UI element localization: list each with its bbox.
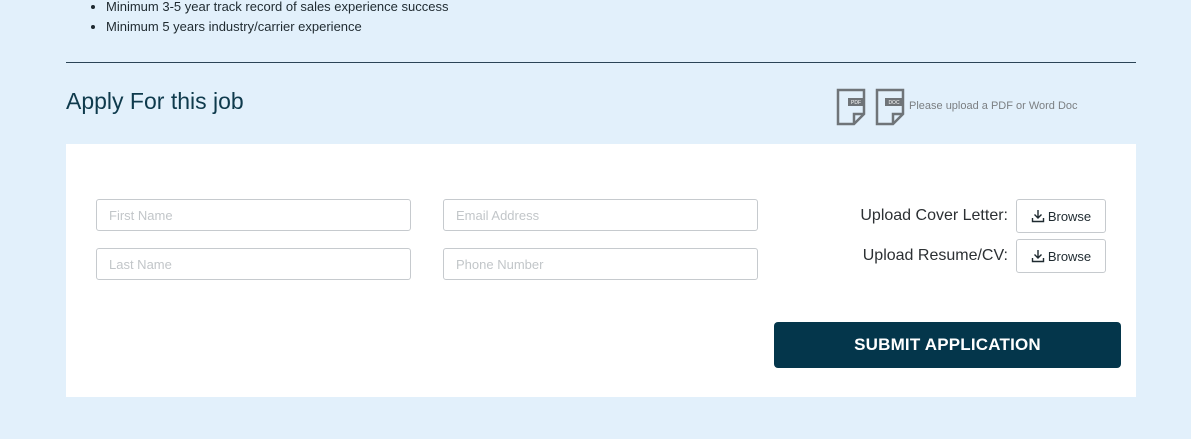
download-icon — [1031, 250, 1045, 263]
word-document-icon: DOC — [875, 88, 905, 126]
cover-letter-upload-row: Upload Cover Letter: Browse — [860, 199, 1106, 233]
browse-label: Browse — [1047, 248, 1092, 264]
accepted-file-types: PDF DOC — [836, 88, 905, 126]
doc-icon-label: DOC — [888, 100, 900, 106]
first-name-input[interactable] — [96, 199, 411, 231]
download-icon — [1031, 210, 1045, 223]
application-form: Upload Cover Letter: Browse Upload Resum… — [66, 144, 1136, 397]
resume-upload-row: Upload Resume/CV: Browse — [863, 239, 1106, 273]
resume-browse-button[interactable]: Browse — [1016, 239, 1106, 273]
pdf-document-icon: PDF — [836, 88, 866, 126]
upload-hint: Please upload a PDF or Word Doc — [909, 100, 1078, 112]
last-name-input[interactable] — [96, 248, 411, 280]
pdf-icon-label: PDF — [851, 100, 861, 106]
requirements-list: Minimum 3-5 year track record of sales e… — [88, 0, 448, 37]
email-input[interactable] — [443, 199, 758, 231]
requirement-item: Minimum 3-5 year track record of sales e… — [106, 0, 448, 17]
resume-label: Upload Resume/CV: — [862, 247, 1008, 264]
apply-title: Apply For this job — [66, 88, 244, 114]
browse-label: Browse — [1047, 208, 1092, 224]
submit-application-button[interactable]: SUBMIT APPLICATION — [774, 322, 1121, 368]
section-divider — [66, 62, 1136, 63]
requirement-item: Minimum 5 years industry/carrier experie… — [106, 17, 448, 37]
cover-letter-browse-button[interactable]: Browse — [1016, 199, 1106, 233]
cover-letter-label: Upload Cover Letter: — [860, 207, 1008, 224]
job-application-page: Minimum 3-5 year track record of sales e… — [0, 0, 1191, 439]
phone-input[interactable] — [443, 248, 758, 280]
